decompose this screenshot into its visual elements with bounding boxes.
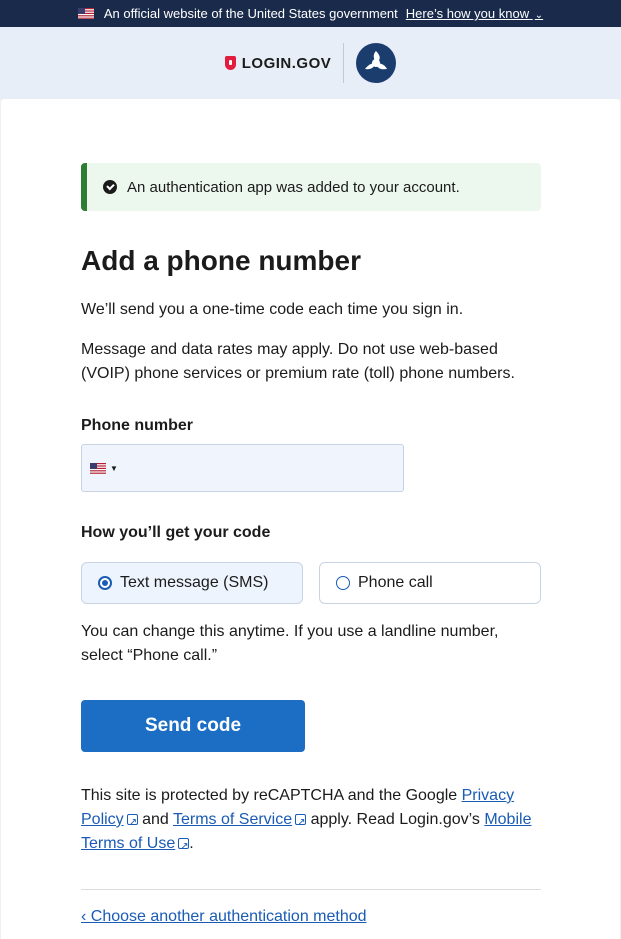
check-circle-icon bbox=[103, 180, 117, 194]
chevron-down-icon: ⌄ bbox=[534, 10, 544, 21]
rates-note: Message and data rates may apply. Do not… bbox=[81, 341, 515, 382]
radio-unselected-icon bbox=[336, 576, 350, 590]
alert-text: An authentication app was added to your … bbox=[127, 178, 460, 196]
triskelion-icon bbox=[365, 51, 388, 70]
recaptcha-notice: This site is protected by reCAPTCHA and … bbox=[81, 784, 541, 859]
radio-sms[interactable]: Text message (SMS) bbox=[81, 562, 303, 604]
caret-down-icon: ▼ bbox=[110, 463, 118, 473]
logo-text: LOGIN.GOV bbox=[241, 54, 332, 72]
radio-phone-call[interactable]: Phone call bbox=[319, 562, 541, 604]
terms-of-service-link[interactable]: Terms of Service bbox=[173, 811, 292, 828]
external-link-icon bbox=[178, 835, 190, 859]
radio-phone-call-label: Phone call bbox=[358, 574, 433, 591]
intro-text: We’ll send you a one-time code each time… bbox=[81, 301, 464, 318]
method-note: You can change this anytime. If you use … bbox=[81, 623, 499, 664]
header-divider bbox=[343, 43, 345, 83]
how-you-know-link[interactable]: Here’s how you know ⌄ bbox=[406, 6, 543, 21]
shield-icon bbox=[224, 56, 236, 70]
recaptcha-pre: This site is protected by reCAPTCHA and … bbox=[81, 787, 462, 804]
phone-number-field[interactable]: ▼ bbox=[81, 444, 404, 492]
page-title: Add a phone number bbox=[81, 245, 361, 276]
gov-banner: An official website of the United States… bbox=[0, 0, 621, 27]
send-code-button[interactable]: Send code bbox=[81, 700, 305, 752]
recaptcha-post: apply. Read Login.gov’s bbox=[306, 811, 485, 828]
login-gov-logo[interactable]: LOGIN.GOV bbox=[224, 54, 332, 72]
choose-another-method-link[interactable]: ‹ Choose another authentication method bbox=[81, 908, 367, 926]
external-link-icon bbox=[126, 811, 138, 835]
how-you-know-label: Here’s how you know bbox=[405, 6, 530, 21]
delivery-method-label: How you’ll get your code bbox=[81, 524, 271, 541]
country-select[interactable]: ▼ bbox=[90, 462, 118, 474]
dot-agency-logo bbox=[356, 43, 397, 83]
us-flag-icon bbox=[90, 462, 106, 474]
footer-divider bbox=[81, 889, 541, 890]
radio-selected-icon bbox=[98, 576, 112, 590]
us-flag-icon bbox=[77, 8, 94, 19]
banner-text: An official website of the United States… bbox=[103, 6, 398, 21]
external-link-icon bbox=[295, 811, 307, 835]
radio-sms-label: Text message (SMS) bbox=[120, 574, 269, 591]
phone-number-label: Phone number bbox=[81, 417, 194, 434]
site-header: LOGIN.GOV bbox=[0, 27, 621, 99]
terms-of-service-label: Terms of Service bbox=[172, 811, 293, 828]
success-alert: An authentication app was added to your … bbox=[81, 163, 541, 211]
recaptcha-mid: and bbox=[137, 811, 173, 828]
recaptcha-end: . bbox=[189, 835, 194, 852]
